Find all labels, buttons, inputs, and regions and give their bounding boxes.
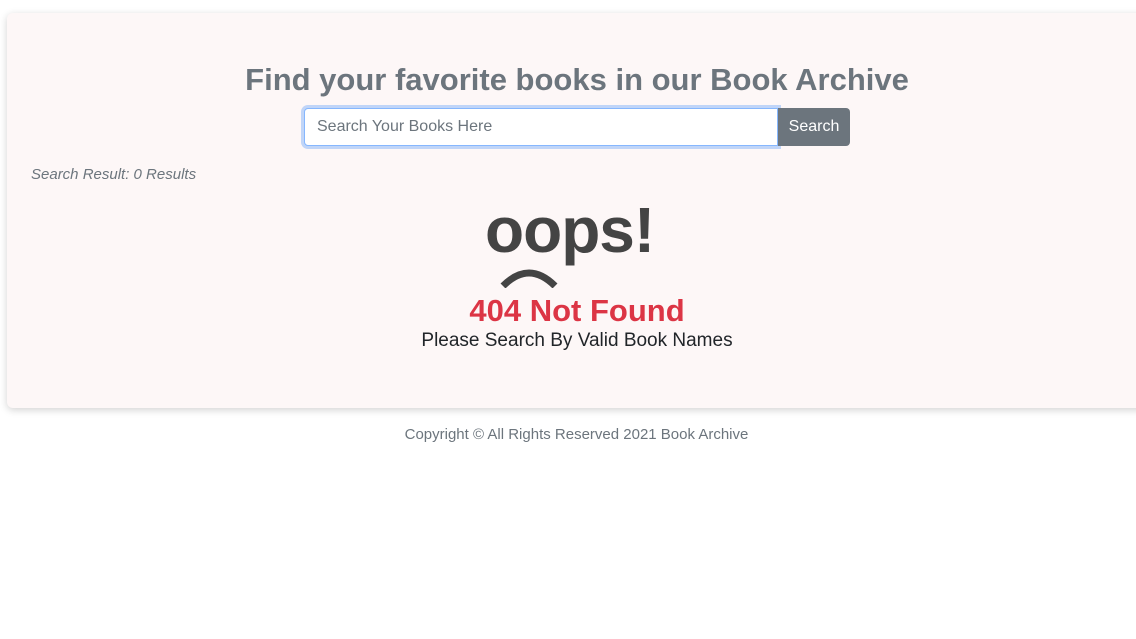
frown-icon (500, 269, 558, 288)
search-card: Find your favorite books in our Book Arc… (7, 13, 1136, 408)
search-result-count: Search Result: 0 Results (31, 166, 197, 183)
error-message: Please Search By Valid Book Names (421, 330, 733, 351)
oops-image-text: oops! (485, 194, 655, 266)
error-heading: 404 Not Found (469, 293, 685, 328)
oops-image: oops! (485, 194, 675, 288)
footer-copyright: Copyright © All Rights Reserved 2021 Boo… (404, 426, 749, 443)
page-title: Find your favorite books in our Book Arc… (245, 62, 909, 97)
search-button[interactable]: Search (778, 108, 850, 146)
search-bar: Search (304, 108, 850, 146)
search-input[interactable] (304, 108, 778, 146)
